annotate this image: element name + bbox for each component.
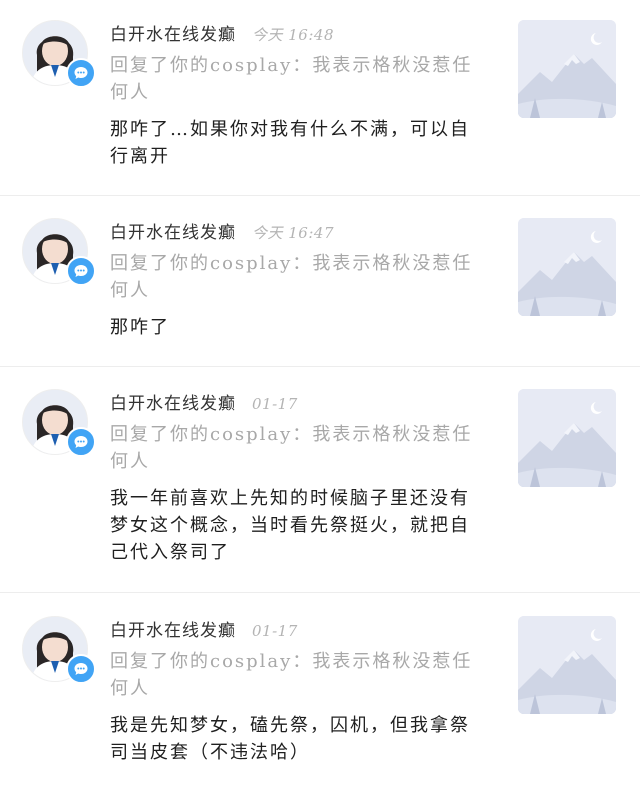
avatar[interactable] bbox=[22, 218, 96, 286]
notification-item[interactable]: 白开水在线发癫 01-17 回复了你的cosplay：我表示格秋没惹任何人 我一… bbox=[0, 367, 640, 593]
image-placeholder-mountain-icon bbox=[518, 218, 616, 316]
reply-context[interactable]: 回复了你的cosplay：我表示格秋没惹任何人 bbox=[110, 421, 482, 475]
timestamp: 01-17 bbox=[252, 622, 298, 640]
comment-bubble-icon bbox=[66, 58, 96, 88]
notification-item[interactable]: 白开水在线发癫 01-17 回复了你的cosplay：我表示格秋没惹任何人 我是… bbox=[0, 593, 640, 792]
timestamp: 今天 16:48 bbox=[252, 26, 334, 44]
image-placeholder-mountain-icon bbox=[518, 389, 616, 487]
avatar[interactable] bbox=[22, 616, 96, 684]
post-thumbnail[interactable] bbox=[518, 389, 616, 487]
post-thumbnail[interactable] bbox=[518, 616, 616, 714]
username[interactable]: 白开水在线发癫 bbox=[110, 20, 236, 45]
comment-text: 那咋了 bbox=[110, 317, 170, 338]
notification-item[interactable]: 白开水在线发癫 今天 16:47 回复了你的cosplay：我表示格秋没惹任何人… bbox=[0, 196, 640, 367]
reply-context[interactable]: 回复了你的cosplay：我表示格秋没惹任何人 bbox=[110, 52, 482, 106]
timestamp: 01-17 bbox=[252, 395, 298, 413]
post-thumbnail[interactable] bbox=[518, 20, 616, 118]
meta-row: 白开水在线发癫 今天 16:48 bbox=[110, 20, 482, 46]
username[interactable]: 白开水在线发癫 bbox=[110, 616, 236, 641]
comment-text: 我一年前喜欢上先知的时候脑子里还没有梦女这个概念，当时看先祭挺火，就把自己代入祭… bbox=[110, 488, 470, 563]
reply-context[interactable]: 回复了你的cosplay：我表示格秋没惹任何人 bbox=[110, 648, 482, 702]
comment-bubble-icon bbox=[66, 654, 96, 684]
image-placeholder-mountain-icon bbox=[518, 616, 616, 714]
username[interactable]: 白开水在线发癫 bbox=[110, 218, 236, 243]
meta-row: 白开水在线发癫 01-17 bbox=[110, 389, 482, 415]
timestamp: 今天 16:47 bbox=[252, 224, 334, 242]
avatar[interactable] bbox=[22, 389, 96, 457]
avatar[interactable] bbox=[22, 20, 96, 88]
meta-row: 白开水在线发癫 01-17 bbox=[110, 616, 482, 642]
reply-context[interactable]: 回复了你的cosplay：我表示格秋没惹任何人 bbox=[110, 250, 482, 304]
meta-row: 白开水在线发癫 今天 16:47 bbox=[110, 218, 482, 244]
post-thumbnail[interactable] bbox=[518, 218, 616, 316]
comment-bubble-icon bbox=[66, 256, 96, 286]
image-placeholder-mountain-icon bbox=[518, 20, 616, 118]
notification-feed: 白开水在线发癫 今天 16:48 回复了你的cosplay：我表示格秋没惹任何人… bbox=[0, 0, 640, 792]
comment-bubble-icon bbox=[66, 427, 96, 457]
username[interactable]: 白开水在线发癫 bbox=[110, 389, 236, 414]
notification-item[interactable]: 白开水在线发癫 今天 16:48 回复了你的cosplay：我表示格秋没惹任何人… bbox=[0, 0, 640, 196]
comment-text: 我是先知梦女，磕先祭，囚机，但我拿祭司当皮套（不违法哈） bbox=[110, 715, 470, 763]
comment-text: 那咋了…如果你对我有什么不满，可以自行离开 bbox=[110, 119, 470, 167]
